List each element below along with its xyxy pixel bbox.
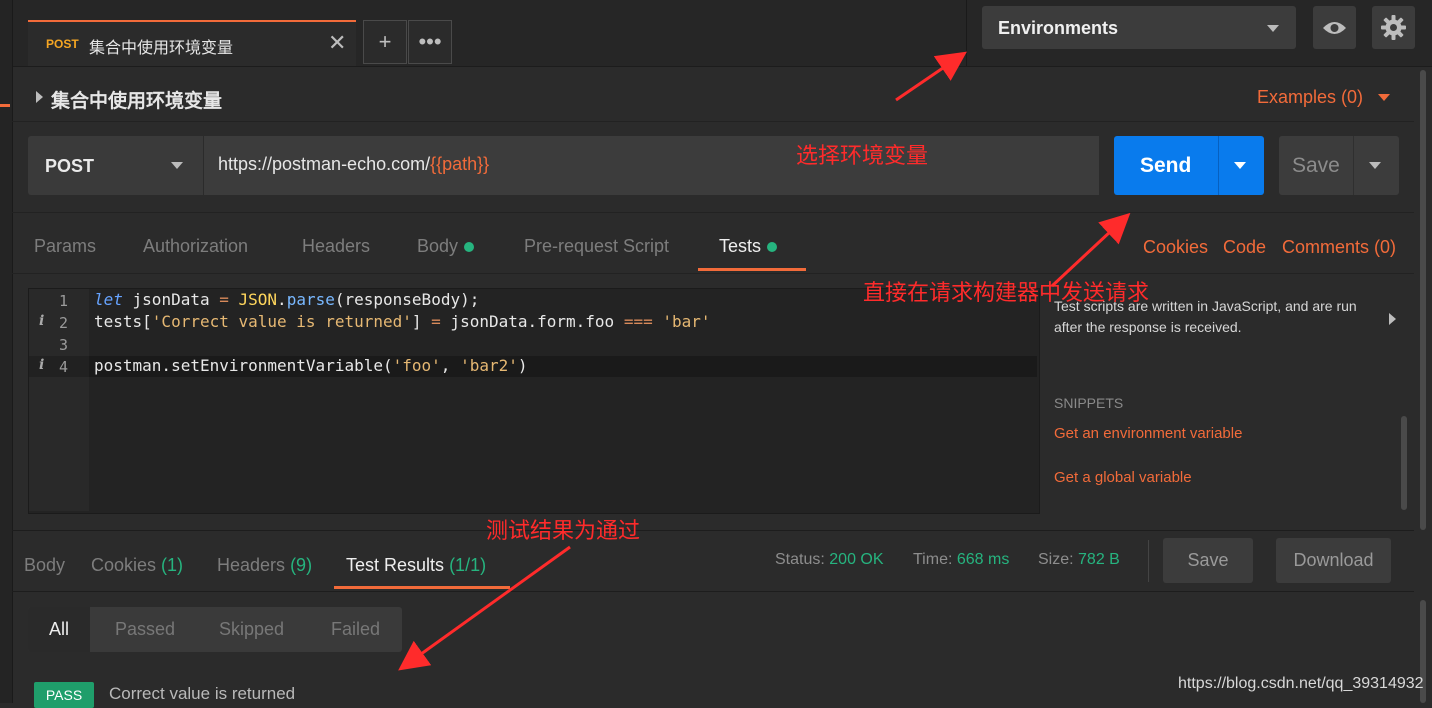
annotation-env: 选择环境变量: [796, 144, 929, 169]
annotation-arrows: [398, 51, 1131, 671]
annotation-arrow: [398, 545, 571, 671]
annotation-send: 直接在请求构建器中发送请求: [863, 281, 1150, 306]
watermark: https://blog.csdn.net/qq_39314932: [1178, 675, 1424, 692]
annotation-arrow: [895, 51, 967, 102]
annotation-result: 测试结果为通过: [486, 519, 641, 544]
